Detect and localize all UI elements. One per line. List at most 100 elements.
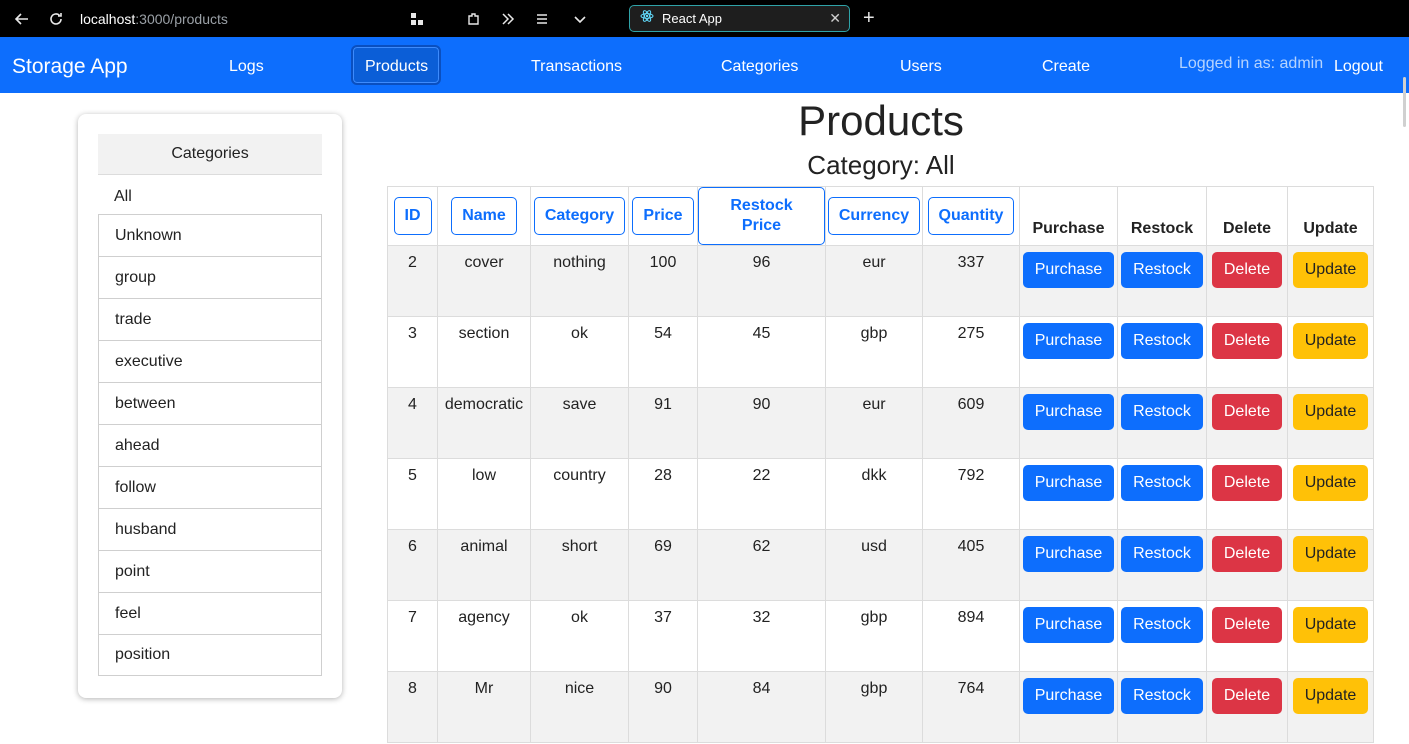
app-navbar: Storage App Logs Products Transactions C…	[0, 37, 1409, 127]
sort-restock-price-button[interactable]: Restock Price	[698, 187, 825, 245]
cell-name: Mr	[437, 671, 531, 743]
header-purchase: Purchase	[1019, 186, 1118, 246]
purchase-button[interactable]: Purchase	[1022, 678, 1115, 714]
purchase-button[interactable]: Purchase	[1022, 323, 1115, 359]
purchase-button[interactable]: Purchase	[1022, 252, 1115, 288]
update-button[interactable]: Update	[1292, 607, 1369, 643]
purchase-button[interactable]: Purchase	[1022, 465, 1115, 501]
categories-header: Categories	[98, 134, 322, 175]
category-item[interactable]: executive	[98, 340, 322, 382]
menu-icon[interactable]	[531, 8, 553, 30]
sort-id-button[interactable]: ID	[393, 197, 432, 235]
cell-id: 6	[387, 529, 438, 601]
reload-icon[interactable]	[45, 8, 67, 30]
cell-price: 28	[628, 458, 698, 530]
cell-restock-price: 96	[697, 245, 826, 317]
category-item[interactable]: ahead	[98, 424, 322, 466]
cell-restock-price: 90	[697, 387, 826, 459]
browser-tab[interactable]: React App ✕	[629, 5, 850, 32]
table-row: 8 Mr nice 90 84 gbp 764 Purchase Restock Delete Up…	[387, 671, 1374, 743]
cell-quantity: 405	[922, 529, 1020, 601]
update-button[interactable]: Update	[1292, 323, 1369, 359]
sort-quantity-button[interactable]: Quantity	[927, 197, 1015, 235]
cell-id: 8	[387, 671, 438, 743]
update-button[interactable]: Update	[1292, 252, 1369, 288]
nav-categories[interactable]: Categories	[721, 58, 798, 76]
category-item[interactable]: Unknown	[98, 214, 322, 256]
cell-delete: Delete	[1206, 458, 1288, 530]
cell-update: Update	[1287, 458, 1374, 530]
cell-currency: gbp	[825, 316, 923, 388]
category-item[interactable]: group	[98, 256, 322, 298]
nav-transactions[interactable]: Transactions	[531, 58, 622, 76]
cell-restock: Restock	[1117, 316, 1207, 388]
cell-category: ok	[530, 316, 629, 388]
nav-products[interactable]: Products	[365, 58, 428, 76]
restock-button[interactable]: Restock	[1121, 678, 1203, 714]
restock-button[interactable]: Restock	[1121, 607, 1203, 643]
category-item[interactable]: husband	[98, 508, 322, 550]
cell-quantity: 337	[922, 245, 1020, 317]
delete-button[interactable]: Delete	[1211, 252, 1283, 288]
category-list: Unknown group trade executive between ah…	[98, 214, 322, 676]
chevron-down-icon[interactable]	[569, 8, 591, 30]
restock-button[interactable]: Restock	[1121, 465, 1203, 501]
products-table: ID Name Category Price Restock Price Cur…	[387, 186, 1374, 743]
sort-category-button[interactable]: Category	[533, 197, 626, 235]
scrollbar-thumb[interactable]	[1403, 77, 1406, 127]
apps-icon[interactable]	[406, 8, 428, 30]
cell-restock: Restock	[1117, 458, 1207, 530]
restock-button[interactable]: Restock	[1121, 252, 1203, 288]
close-icon[interactable]: ✕	[829, 10, 841, 27]
delete-button[interactable]: Delete	[1211, 465, 1283, 501]
cell-category: ok	[530, 600, 629, 672]
sort-name-button[interactable]: Name	[451, 197, 517, 235]
extensions-icon[interactable]	[463, 8, 485, 30]
restock-button[interactable]: Restock	[1121, 394, 1203, 430]
page-title: Products	[798, 97, 964, 144]
brand[interactable]: Storage App	[12, 55, 128, 79]
category-item[interactable]: follow	[98, 466, 322, 508]
update-button[interactable]: Update	[1292, 678, 1369, 714]
update-button[interactable]: Update	[1292, 465, 1369, 501]
delete-button[interactable]: Delete	[1211, 323, 1283, 359]
sort-currency-button[interactable]: Currency	[827, 197, 921, 235]
update-button[interactable]: Update	[1292, 394, 1369, 430]
restock-button[interactable]: Restock	[1121, 323, 1203, 359]
category-item[interactable]: trade	[98, 298, 322, 340]
category-item[interactable]: point	[98, 550, 322, 592]
nav-create[interactable]: Create	[1042, 58, 1090, 76]
sort-price-button[interactable]: Price	[632, 197, 694, 235]
nav-users[interactable]: Users	[900, 58, 942, 76]
chevrons-right-icon[interactable]	[497, 8, 519, 30]
cell-restock-price: 62	[697, 529, 826, 601]
restock-button[interactable]: Restock	[1121, 536, 1203, 572]
delete-button[interactable]: Delete	[1211, 394, 1283, 430]
cell-purchase: Purchase	[1019, 245, 1118, 317]
purchase-button[interactable]: Purchase	[1022, 607, 1115, 643]
category-item[interactable]: feel	[98, 592, 322, 634]
header-name: Name	[437, 186, 531, 246]
logged-in-text: Logged in as: admin	[1179, 55, 1324, 72]
category-item[interactable]: between	[98, 382, 322, 424]
table-row: 4 democratic save 91 90 eur 609 Purchase Restock…	[387, 387, 1374, 459]
delete-button[interactable]: Delete	[1211, 536, 1283, 572]
purchase-button[interactable]: Purchase	[1022, 536, 1115, 572]
table-row: 6 animal short 69 62 usd 405 Purchase Restock Del…	[387, 529, 1374, 601]
cell-restock-price: 32	[697, 600, 826, 672]
delete-button[interactable]: Delete	[1211, 607, 1283, 643]
header-id: ID	[387, 186, 438, 246]
address-bar[interactable]: localhost:3000/products	[80, 11, 228, 27]
new-tab-icon[interactable]: +	[863, 7, 875, 30]
url-path: :3000/products	[135, 11, 228, 27]
cell-name: agency	[437, 600, 531, 672]
cell-update: Update	[1287, 245, 1374, 317]
purchase-button[interactable]: Purchase	[1022, 394, 1115, 430]
nav-logs[interactable]: Logs	[229, 58, 264, 76]
category-item[interactable]: position	[98, 634, 322, 676]
update-button[interactable]: Update	[1292, 536, 1369, 572]
delete-button[interactable]: Delete	[1211, 678, 1283, 714]
logout-link[interactable]: Logout	[1334, 58, 1383, 76]
back-arrow-icon[interactable]	[11, 8, 33, 30]
category-all[interactable]: All	[114, 188, 132, 206]
